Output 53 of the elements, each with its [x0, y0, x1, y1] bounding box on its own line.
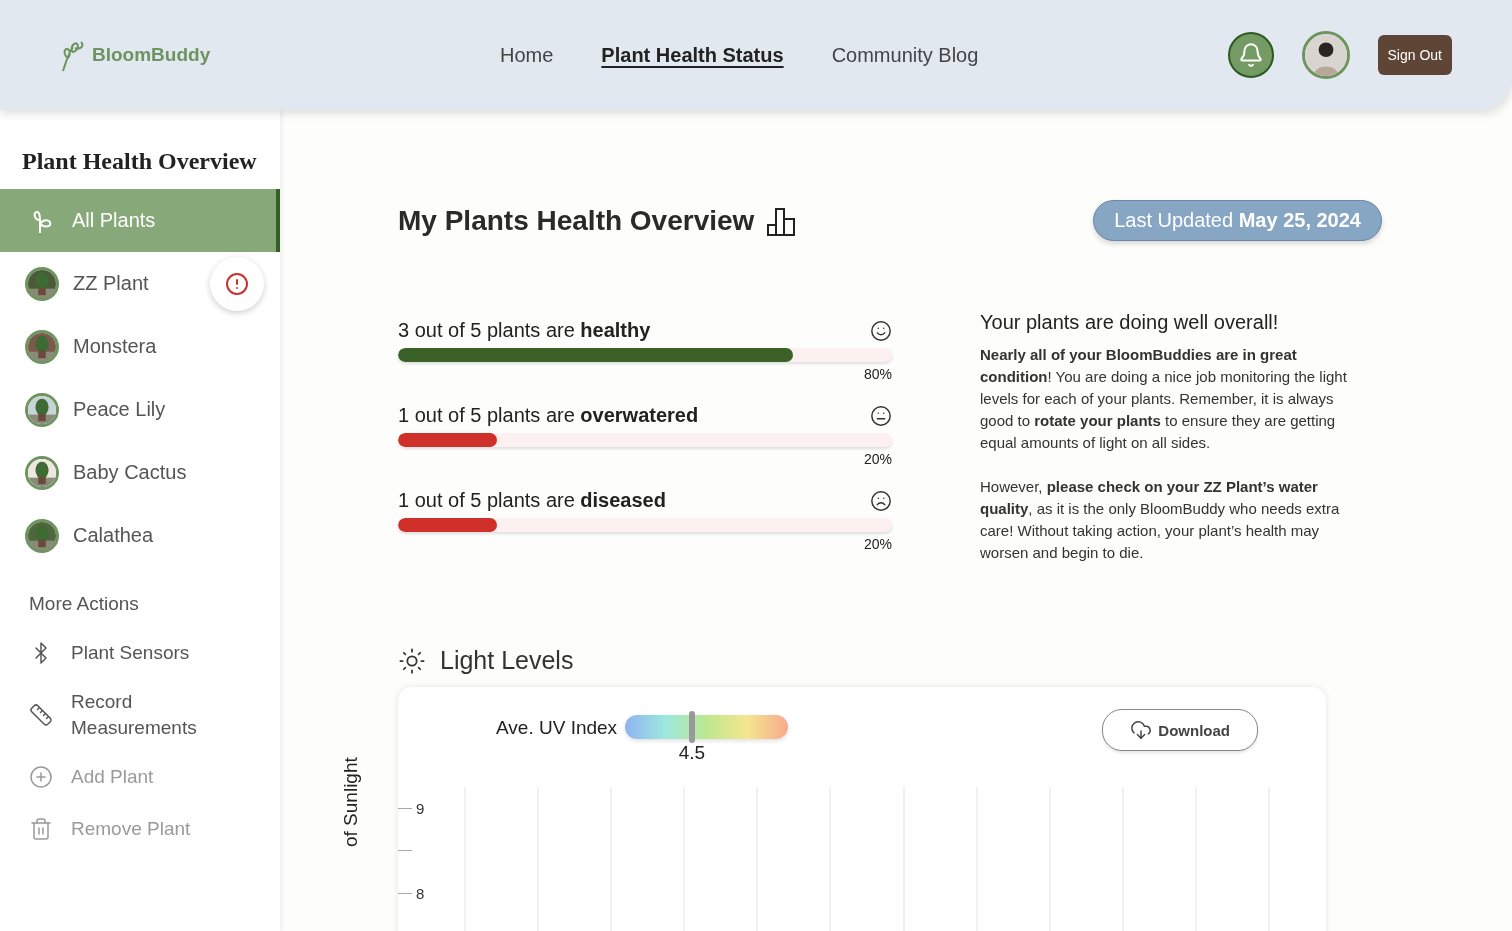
action-label: Add Plant: [71, 765, 154, 789]
nav-link[interactable]: Community Blog: [831, 43, 979, 67]
plant-name: Calathea: [73, 524, 154, 547]
percent-label: 20%: [863, 536, 892, 552]
plus-icon: [29, 765, 53, 789]
alert-icon: [225, 271, 249, 296]
nav-link[interactable]: Home: [500, 43, 554, 67]
sprout-logo-icon: [60, 38, 86, 72]
sign-out-button[interactable]: Sign Out: [1377, 35, 1452, 75]
sun-icon: [398, 646, 426, 675]
stat-text: 3 out of 5 plants are healthy: [398, 319, 651, 342]
nav-link[interactable]: Plant Health Status: [601, 43, 784, 67]
plant-name: Baby Cactus: [73, 461, 187, 484]
section-title: Light Levels: [440, 646, 574, 675]
slider-thumb[interactable]: [688, 711, 695, 743]
percent-label: 80%: [863, 366, 892, 382]
ruler-icon: [29, 703, 53, 727]
plant-name: Peace Lily: [73, 398, 166, 421]
summary-title: Your plants are doing well overall!: [980, 311, 1280, 334]
plant-item[interactable]: ZZ Plant: [0, 252, 280, 315]
summary-paragraph: Nearly all of your BloomBuddies are in great condition! You are doing a nice job monitoring the light levels for each of your plants. Remember, it is always good to rotate your plants to ensure they are getting equal amounts of light on all sides.: [980, 345, 1348, 453]
plant-item[interactable]: Baby Cactus: [0, 441, 280, 504]
section-heading: More Actions: [29, 593, 140, 615]
plant-name: ZZ Plant: [73, 272, 149, 295]
uv-value: 4.5: [678, 742, 706, 764]
uv-label: Ave. UV Index: [496, 717, 618, 739]
last-updated-badge: Last Updated May 25, 2024: [1093, 200, 1382, 241]
trash-icon: [29, 817, 53, 841]
logo-text: BloomBuddy: [92, 44, 211, 66]
alert-badge[interactable]: [210, 256, 264, 311]
notification-button[interactable]: [1227, 32, 1274, 78]
cloud-download-icon: [1130, 719, 1153, 741]
avatar[interactable]: [1301, 31, 1350, 79]
summary-paragraph: However, please check on your ZZ Plant’s water quality, as it is the only BloomBuddy who needs extra care! Without taking action, your plant’s health may worsen and begin to die.: [980, 477, 1341, 563]
action-label: Plant Sensors: [71, 641, 190, 665]
axis-label: of Sunlight: [340, 757, 362, 847]
bell-icon: [1237, 42, 1264, 68]
plant-name: Monstera: [73, 335, 157, 358]
action-label: Remove Plant: [71, 817, 191, 841]
tick-label: 8: [416, 884, 425, 902]
stat-text: 1 out of 5 plants are overwatered: [398, 404, 699, 427]
plant-item[interactable]: Calathea: [0, 504, 280, 567]
download-button[interactable]: Download: [1102, 709, 1258, 751]
plant-item[interactable]: Peace Lily: [0, 378, 280, 441]
stat-text: 1 out of 5 plants are diseased: [398, 489, 666, 512]
action-label: Record Measurements: [71, 690, 198, 740]
tick-label: 9: [416, 799, 425, 817]
action-item[interactable]: Record Measurements: [0, 679, 280, 751]
action-item[interactable]: Plant Sensors: [0, 627, 280, 679]
sidebar-title: Plant Health Overview: [22, 148, 258, 175]
page-title: My Plants Health Overview: [398, 204, 755, 237]
plant-item[interactable]: Monstera: [0, 315, 280, 378]
percent-label: 20%: [863, 451, 892, 467]
